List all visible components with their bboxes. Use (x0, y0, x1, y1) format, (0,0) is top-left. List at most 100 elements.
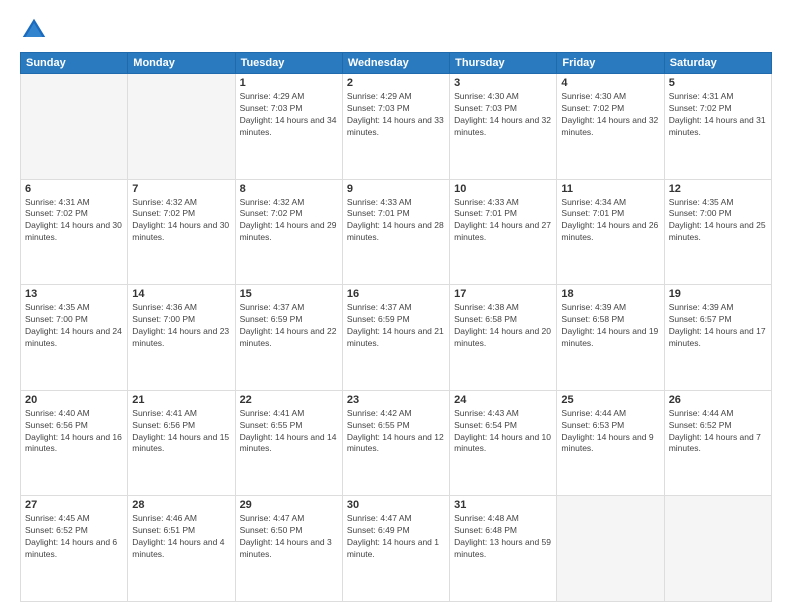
week-row-0: 1 Sunrise: 4:29 AMSunset: 7:03 PMDaylight… (21, 74, 772, 180)
day-number: 31 (454, 499, 552, 511)
day-number: 20 (25, 394, 123, 406)
day-info: Sunrise: 4:48 AMSunset: 6:48 PMDaylight:… (454, 513, 552, 561)
day-info: Sunrise: 4:39 AMSunset: 6:57 PMDaylight:… (669, 302, 767, 350)
day-number: 8 (240, 183, 338, 195)
day-info: Sunrise: 4:32 AMSunset: 7:02 PMDaylight:… (240, 197, 338, 245)
day-info: Sunrise: 4:30 AMSunset: 7:02 PMDaylight:… (561, 91, 659, 139)
day-number: 21 (132, 394, 230, 406)
calendar-cell: 4 Sunrise: 4:30 AMSunset: 7:02 PMDaylight… (557, 74, 664, 180)
day-number: 2 (347, 77, 445, 89)
calendar-cell: 25 Sunrise: 4:44 AMSunset: 6:53 PMDayligh… (557, 390, 664, 496)
logo-icon (20, 16, 48, 44)
day-info: Sunrise: 4:33 AMSunset: 7:01 PMDaylight:… (454, 197, 552, 245)
header (20, 16, 772, 44)
calendar-cell: 7 Sunrise: 4:32 AMSunset: 7:02 PMDaylight… (128, 179, 235, 285)
calendar-cell: 14 Sunrise: 4:36 AMSunset: 7:00 PMDayligh… (128, 285, 235, 391)
calendar-cell: 8 Sunrise: 4:32 AMSunset: 7:02 PMDaylight… (235, 179, 342, 285)
dow-header-monday: Monday (128, 53, 235, 74)
calendar-cell: 9 Sunrise: 4:33 AMSunset: 7:01 PMDaylight… (342, 179, 449, 285)
day-number: 14 (132, 288, 230, 300)
calendar-cell: 19 Sunrise: 4:39 AMSunset: 6:57 PMDayligh… (664, 285, 771, 391)
day-info: Sunrise: 4:32 AMSunset: 7:02 PMDaylight:… (132, 197, 230, 245)
week-row-4: 27Sunrise: 4:45 AMSunset: 6:52 PMDayligh… (21, 496, 772, 602)
day-number: 24 (454, 394, 552, 406)
day-info: Sunrise: 4:47 AMSunset: 6:49 PMDaylight:… (347, 513, 445, 561)
day-number: 1 (240, 77, 338, 89)
day-info: Sunrise: 4:29 AMSunset: 7:03 PMDaylight:… (240, 91, 338, 139)
day-info: Sunrise: 4:38 AMSunset: 6:58 PMDaylight:… (454, 302, 552, 350)
day-info: Sunrise: 4:41 AMSunset: 6:55 PMDaylight:… (240, 408, 338, 456)
calendar-cell: 16 Sunrise: 4:37 AMSunset: 6:59 PMDayligh… (342, 285, 449, 391)
day-info: Sunrise: 4:41 AMSunset: 6:56 PMDaylight:… (132, 408, 230, 456)
calendar-cell: 2 Sunrise: 4:29 AMSunset: 7:03 PMDaylight… (342, 74, 449, 180)
day-info: Sunrise: 4:46 AMSunset: 6:51 PMDaylight:… (132, 513, 230, 561)
calendar-cell: 30 Sunrise: 4:47 AMSunset: 6:49 PMDayligh… (342, 496, 449, 602)
day-info: Sunrise: 4:45 AMSunset: 6:52 PMDaylight:… (25, 513, 123, 561)
dow-header-friday: Friday (557, 53, 664, 74)
day-info: Sunrise: 4:35 AMSunset: 7:00 PMDaylight:… (669, 197, 767, 245)
calendar-cell: 28 Sunrise: 4:46 AMSunset: 6:51 PMDayligh… (128, 496, 235, 602)
day-number: 7 (132, 183, 230, 195)
calendar-cell (557, 496, 664, 602)
day-of-week-row: SundayMondayTuesdayWednesdayThursdayFrid… (21, 53, 772, 74)
day-number: 23 (347, 394, 445, 406)
dow-header-tuesday: Tuesday (235, 53, 342, 74)
dow-header-sunday: Sunday (21, 53, 128, 74)
day-info: Sunrise: 4:44 AMSunset: 6:53 PMDaylight:… (561, 408, 659, 456)
day-number: 6 (25, 183, 123, 195)
calendar-cell: 6 Sunrise: 4:31 AMSunset: 7:02 PMDaylight… (21, 179, 128, 285)
calendar-cell (21, 74, 128, 180)
day-info: Sunrise: 4:36 AMSunset: 7:00 PMDaylight:… (132, 302, 230, 350)
calendar-cell: 10 Sunrise: 4:33 AMSunset: 7:01 PMDayligh… (450, 179, 557, 285)
day-info: Sunrise: 4:47 AMSunset: 6:50 PMDaylight:… (240, 513, 338, 561)
day-info: Sunrise: 4:31 AMSunset: 7:02 PMDaylight:… (669, 91, 767, 139)
calendar-cell: 31 Sunrise: 4:48 AMSunset: 6:48 PMDayligh… (450, 496, 557, 602)
day-number: 3 (454, 77, 552, 89)
calendar-cell: 26Sunrise: 4:44 AMSunset: 6:52 PMDayligh… (664, 390, 771, 496)
day-info: Sunrise: 4:34 AMSunset: 7:01 PMDaylight:… (561, 197, 659, 245)
day-number: 13 (25, 288, 123, 300)
calendar-cell: 24Sunrise: 4:43 AMSunset: 6:54 PMDayligh… (450, 390, 557, 496)
calendar-cell: 29 Sunrise: 4:47 AMSunset: 6:50 PMDayligh… (235, 496, 342, 602)
week-row-2: 13 Sunrise: 4:35 AMSunset: 7:00 PMDayligh… (21, 285, 772, 391)
dow-header-saturday: Saturday (664, 53, 771, 74)
page: SundayMondayTuesdayWednesdayThursdayFrid… (0, 0, 792, 612)
calendar-cell: 27Sunrise: 4:45 AMSunset: 6:52 PMDayligh… (21, 496, 128, 602)
day-info: Sunrise: 4:31 AMSunset: 7:02 PMDaylight:… (25, 197, 123, 245)
day-info: Sunrise: 4:35 AMSunset: 7:00 PMDaylight:… (25, 302, 123, 350)
calendar-table: SundayMondayTuesdayWednesdayThursdayFrid… (20, 52, 772, 602)
day-number: 30 (347, 499, 445, 511)
calendar-cell: 21 Sunrise: 4:41 AMSunset: 6:56 PMDayligh… (128, 390, 235, 496)
day-number: 10 (454, 183, 552, 195)
day-info: Sunrise: 4:33 AMSunset: 7:01 PMDaylight:… (347, 197, 445, 245)
calendar-cell: 20Sunrise: 4:40 AMSunset: 6:56 PMDayligh… (21, 390, 128, 496)
dow-header-thursday: Thursday (450, 53, 557, 74)
day-info: Sunrise: 4:37 AMSunset: 6:59 PMDaylight:… (240, 302, 338, 350)
day-info: Sunrise: 4:44 AMSunset: 6:52 PMDaylight:… (669, 408, 767, 456)
day-number: 16 (347, 288, 445, 300)
calendar-cell: 5 Sunrise: 4:31 AMSunset: 7:02 PMDaylight… (664, 74, 771, 180)
day-info: Sunrise: 4:37 AMSunset: 6:59 PMDaylight:… (347, 302, 445, 350)
day-number: 19 (669, 288, 767, 300)
day-number: 4 (561, 77, 659, 89)
day-info: Sunrise: 4:30 AMSunset: 7:03 PMDaylight:… (454, 91, 552, 139)
calendar-cell: 15 Sunrise: 4:37 AMSunset: 6:59 PMDayligh… (235, 285, 342, 391)
dow-header-wednesday: Wednesday (342, 53, 449, 74)
calendar-cell: 12 Sunrise: 4:35 AMSunset: 7:00 PMDayligh… (664, 179, 771, 285)
calendar-cell: 3 Sunrise: 4:30 AMSunset: 7:03 PMDaylight… (450, 74, 557, 180)
logo (20, 16, 52, 44)
day-number: 12 (669, 183, 767, 195)
calendar-body: 1 Sunrise: 4:29 AMSunset: 7:03 PMDaylight… (21, 74, 772, 602)
day-number: 29 (240, 499, 338, 511)
calendar-cell (664, 496, 771, 602)
day-number: 5 (669, 77, 767, 89)
day-number: 28 (132, 499, 230, 511)
day-info: Sunrise: 4:29 AMSunset: 7:03 PMDaylight:… (347, 91, 445, 139)
day-number: 25 (561, 394, 659, 406)
week-row-1: 6 Sunrise: 4:31 AMSunset: 7:02 PMDaylight… (21, 179, 772, 285)
calendar-cell: 13 Sunrise: 4:35 AMSunset: 7:00 PMDayligh… (21, 285, 128, 391)
day-info: Sunrise: 4:42 AMSunset: 6:55 PMDaylight:… (347, 408, 445, 456)
day-number: 9 (347, 183, 445, 195)
day-number: 15 (240, 288, 338, 300)
calendar-cell: 22Sunrise: 4:41 AMSunset: 6:55 PMDayligh… (235, 390, 342, 496)
